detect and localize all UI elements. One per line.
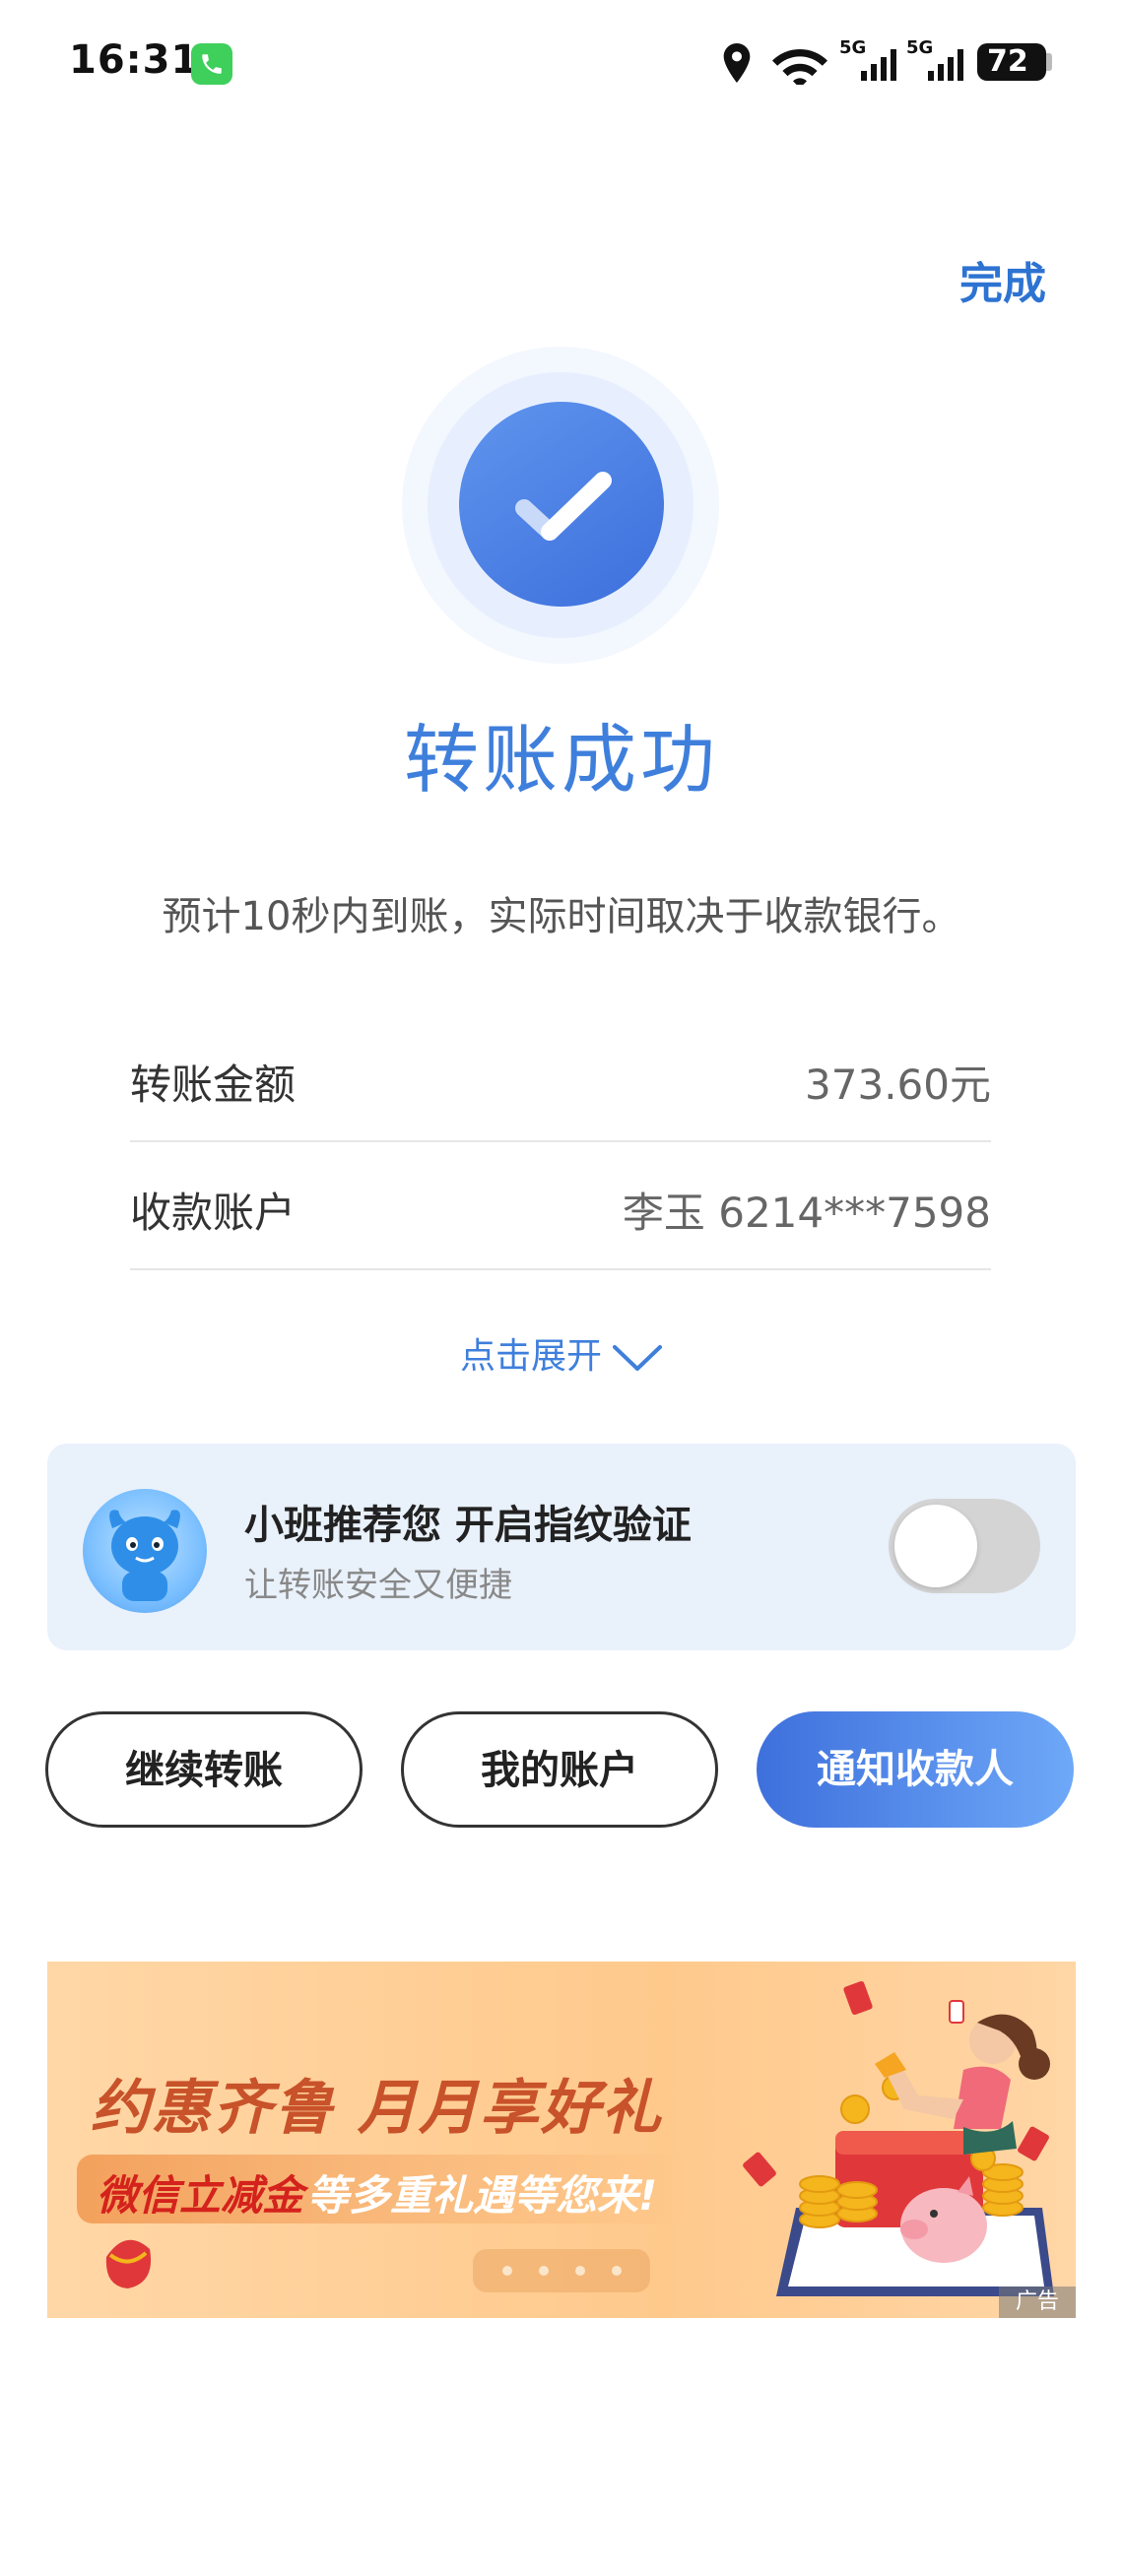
continue-transfer-button[interactable]: 继续转账 — [45, 1711, 363, 1828]
detail-row-account: 收款账户 李玉 6214***7598 — [130, 1142, 991, 1270]
my-account-button[interactable]: 我的账户 — [401, 1711, 718, 1828]
expand-label: 点击展开 — [459, 1336, 602, 1377]
result-title: 转账成功 — [404, 716, 719, 804]
expand-button[interactable]: 点击展开 — [0, 1327, 1123, 1379]
promo-banner[interactable]: 约惠齐鲁 月月享好礼 微信立减金 等多重礼遇等您来! 广告 — [47, 1962, 1076, 2318]
battery-icon: 72 — [977, 43, 1046, 81]
done-button[interactable]: 完成 — [959, 248, 1046, 311]
banner-title: 约惠齐鲁 月月享好礼 — [91, 2074, 663, 2143]
carousel-dot[interactable] — [612, 2266, 622, 2276]
toggle-knob[interactable] — [894, 1505, 977, 1587]
banner-subtitle: 等多重礼遇等您来! — [307, 2171, 658, 2220]
fingerprint-subtitle: 让转账安全又便捷 — [244, 1566, 512, 1605]
carousel-dot[interactable] — [575, 2266, 585, 2276]
mascot-avatar — [83, 1489, 207, 1613]
chevron-down-icon — [613, 1345, 662, 1371]
carousel-dot[interactable] — [502, 2266, 512, 2276]
wifi-icon — [772, 49, 827, 85]
notify-payee-button[interactable]: 通知收款人 — [757, 1711, 1074, 1828]
carousel-dot[interactable] — [539, 2266, 549, 2276]
phone-call-icon[interactable] — [191, 43, 232, 85]
detail-value: 373.60元 — [805, 1061, 991, 1109]
result-subtitle: 预计10秒内到账，实际时间取决于收款银行。 — [162, 894, 961, 939]
ad-label: 广告 — [999, 2286, 1076, 2318]
detail-label: 收款账户 — [130, 1189, 297, 1237]
carousel-indicator[interactable] — [473, 2249, 650, 2292]
status-time: 16:31 — [69, 37, 200, 83]
detail-row-amount: 转账金额 373.60元 — [130, 1014, 991, 1142]
banner-subtitle-highlight: 微信立减金 — [97, 2171, 304, 2220]
location-icon — [723, 43, 751, 83]
detail-value: 李玉 6214***7598 — [622, 1189, 991, 1237]
check-circle-icon — [459, 402, 664, 607]
detail-label: 转账金额 — [130, 1061, 297, 1109]
fingerprint-title: 小班推荐您 开启指纹验证 — [244, 1503, 692, 1548]
battery-tip — [1046, 53, 1052, 71]
